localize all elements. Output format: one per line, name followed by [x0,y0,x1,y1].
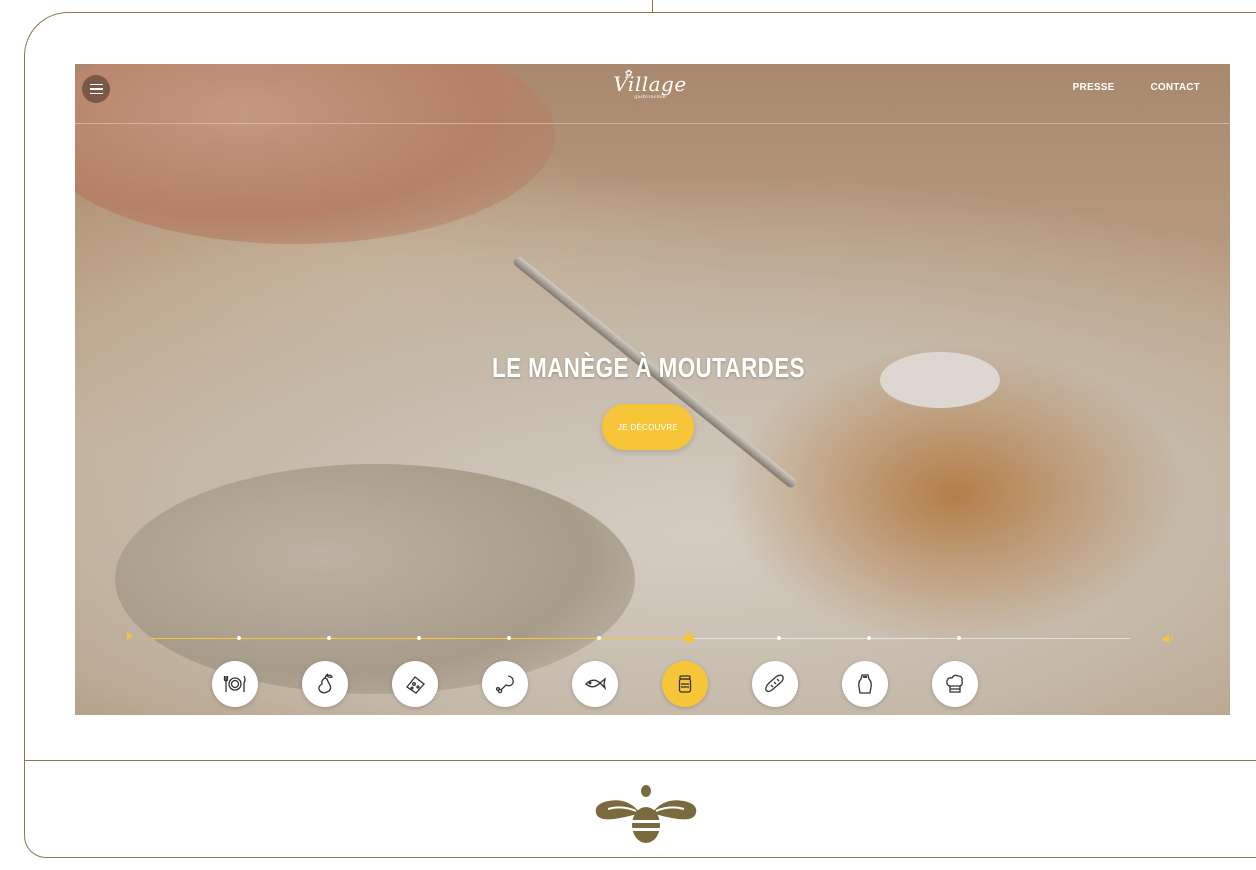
category-bread-button[interactable] [752,661,798,707]
logo-wordmark: Village [613,72,687,96]
hamburger-icon-line [89,92,103,95]
timeline-tick[interactable] [507,636,511,640]
volume-icon[interactable] [1163,634,1175,644]
play-icon[interactable] [127,632,133,640]
category-fish-button[interactable] [572,661,618,707]
chef-hat-icon [946,674,963,693]
category-chef-button[interactable] [932,661,978,707]
category-plate-button[interactable] [212,661,258,707]
hero: ✿ Village gastronomie PRESSE CONTACT LE … [75,64,1230,715]
category-cheese-button[interactable] [392,661,438,707]
timeline-tick[interactable] [327,636,331,640]
category-mustard-button[interactable] [662,661,708,707]
frame-tick [652,0,653,13]
pear-icon [318,673,333,694]
hero-title: LE MANÈGE À MOUTARDES [492,352,805,383]
category-fruit-button[interactable] [302,661,348,707]
salt-shaker-icon [858,674,872,694]
fish-icon [585,677,607,691]
top-nav: PRESSE CONTACT [1073,82,1200,93]
hamburger-icon-line [89,83,103,86]
chicken-leg-icon [495,675,514,694]
timeline-tick[interactable] [957,636,961,640]
nav-presse[interactable]: PRESSE [1073,82,1115,93]
timeline-tick[interactable] [777,636,781,640]
timeline-tick[interactable] [417,636,421,640]
flower-icon: ✿ [625,68,633,78]
header-divider [75,123,1230,124]
frame-divider [25,760,1256,761]
timeline-tick[interactable] [867,636,871,640]
hamburger-icon-line [89,88,103,90]
timeline-tick[interactable] [237,636,241,640]
nav-contact[interactable]: CONTACT [1150,82,1200,93]
logo-tagline: gastronomie [634,94,666,100]
mustard-jar-icon [678,675,692,693]
category-poultry-button[interactable] [482,661,528,707]
baguette-icon [765,674,784,693]
timeline-tick[interactable] [684,633,694,643]
hero-overlay [75,64,1230,715]
discover-button[interactable]: JE DÉCOUVRE [602,404,694,450]
timeline-tick[interactable] [597,636,601,640]
plate-cutlery-icon [223,675,246,692]
category-seasoning-button[interactable] [842,661,888,707]
menu-button[interactable] [82,75,110,103]
cheese-icon [406,676,425,694]
site-logo[interactable]: ✿ Village gastronomie [595,68,705,100]
bee-logo-icon[interactable] [588,783,704,847]
